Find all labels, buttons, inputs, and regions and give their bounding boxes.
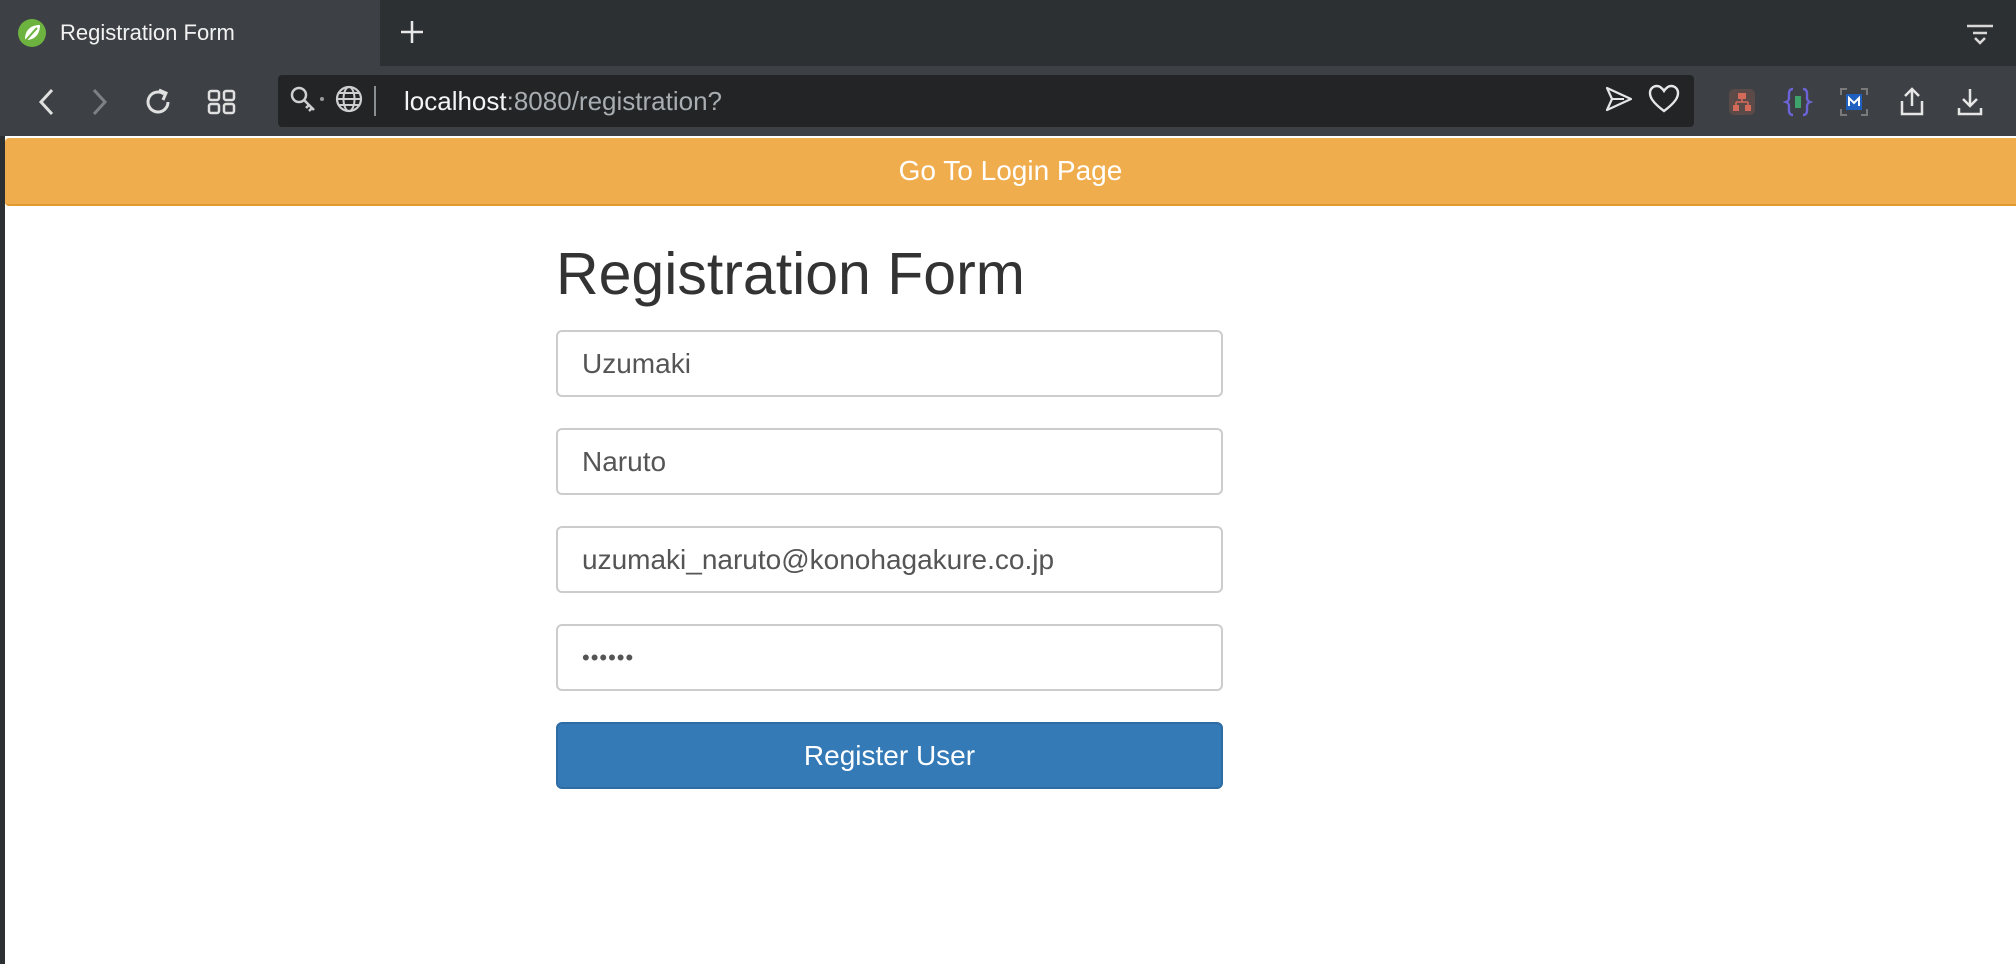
go-to-login-link[interactable]: Go To Login Page: [5, 138, 2016, 206]
reload-button[interactable]: [138, 82, 178, 122]
address-bar-left-icons: [288, 83, 376, 119]
page-title: Registration Form: [556, 241, 1025, 307]
globe-icon[interactable]: [334, 84, 364, 119]
send-icon[interactable]: [1604, 84, 1634, 119]
address-bar-right-icons: [1604, 83, 1680, 119]
sidebar-edge: [0, 136, 5, 964]
page-content: Go To Login Page Registration Form Regis…: [0, 136, 2016, 964]
first-name-field[interactable]: [556, 428, 1223, 495]
speed-dial-button[interactable]: [202, 82, 242, 122]
browser-tab-strip: Registration Form: [0, 0, 2016, 66]
back-button[interactable]: [27, 82, 67, 122]
share-button[interactable]: [1892, 82, 1932, 122]
url-text[interactable]: localhost:8080/registration?: [404, 75, 722, 127]
tab-title: Registration Form: [60, 20, 235, 45]
extension-sitemap-icon[interactable]: [1722, 82, 1762, 122]
plus-icon: [401, 21, 423, 43]
heart-icon[interactable]: [1648, 84, 1680, 119]
download-icon: [1957, 89, 1983, 116]
browser-toolbar: localhost:8080/registration?: [0, 66, 2016, 136]
browser-tab-active[interactable]: Registration Form: [0, 0, 380, 66]
key-icon[interactable]: [288, 84, 328, 119]
spring-leaf-icon: [14, 15, 50, 51]
email-field[interactable]: [556, 526, 1223, 593]
grid-icon: [207, 89, 236, 115]
tab-list-icon: [1967, 24, 1993, 45]
password-field[interactable]: [556, 624, 1223, 691]
address-separator: [374, 86, 376, 116]
extension-json-icon[interactable]: [1778, 82, 1818, 122]
url-host: localhost: [404, 86, 507, 116]
forward-button[interactable]: [79, 82, 119, 122]
share-icon: [1900, 87, 1924, 116]
register-user-button[interactable]: Register User: [556, 722, 1223, 789]
last-name-field[interactable]: [556, 330, 1223, 397]
address-bar[interactable]: localhost:8080/registration?: [278, 75, 1694, 127]
download-button[interactable]: [1950, 82, 1990, 122]
tab-menu-button[interactable]: [1962, 16, 1998, 52]
chevron-left-icon: [38, 88, 54, 116]
reload-icon: [146, 88, 170, 114]
new-tab-button[interactable]: [392, 10, 432, 54]
url-path: :8080/registration?: [506, 86, 722, 116]
chevron-right-icon: [92, 88, 108, 116]
extension-capture-icon[interactable]: [1834, 82, 1874, 122]
